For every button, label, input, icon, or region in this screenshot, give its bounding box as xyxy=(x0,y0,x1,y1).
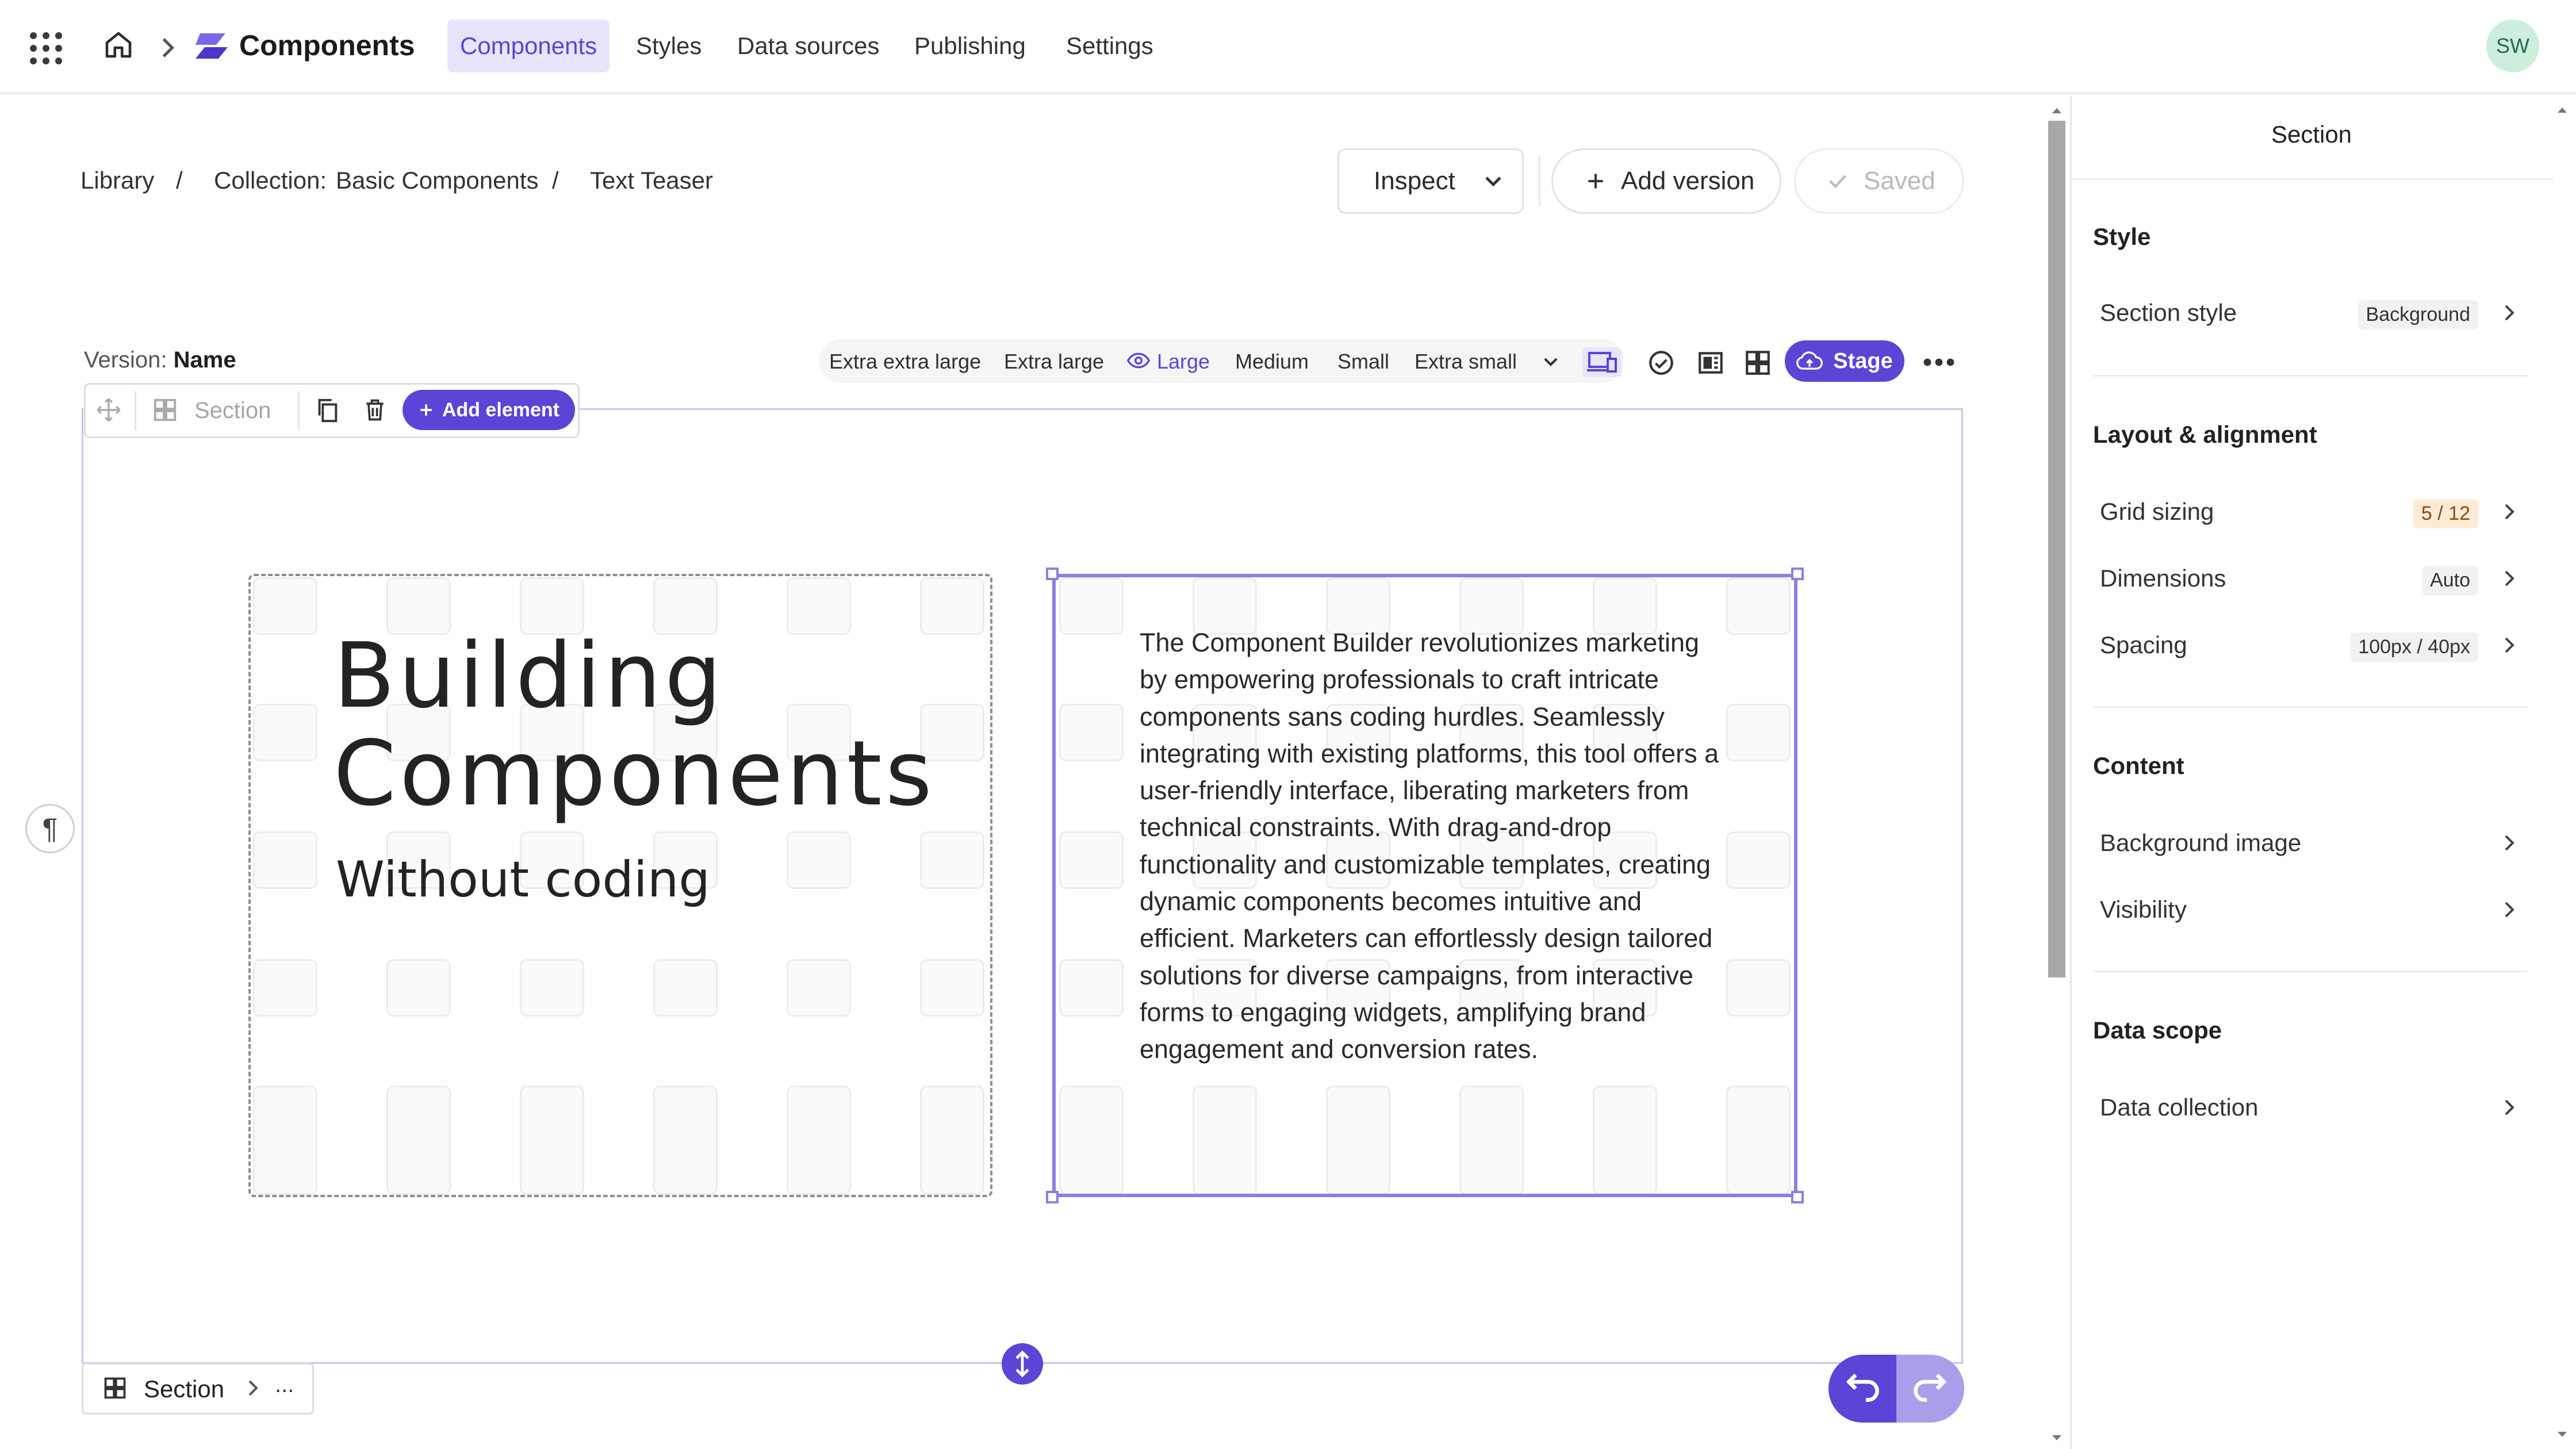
panel-divider xyxy=(2093,971,2528,972)
chevron-down-icon xyxy=(1482,170,1505,193)
saved-label: Saved xyxy=(1864,167,1935,195)
check-circle-icon[interactable] xyxy=(1647,348,1676,377)
undo-button[interactable] xyxy=(1828,1355,1896,1423)
tab-data-sources[interactable]: Data sources xyxy=(724,20,892,72)
more-options-icon[interactable] xyxy=(1923,358,1955,367)
resize-handle[interactable] xyxy=(1791,568,1804,580)
chevron-right-icon xyxy=(2501,1096,2517,1119)
plus-icon xyxy=(1585,171,1606,191)
resize-handle[interactable] xyxy=(1046,568,1059,580)
duplicate-icon[interactable] xyxy=(314,397,340,423)
panel-row-value-badge: Background xyxy=(2358,300,2478,329)
stage-label: Stage xyxy=(1833,348,1893,373)
component-paragraph[interactable]: The Component Builder revolutionizes mar… xyxy=(1140,624,1726,1068)
chevron-right-icon xyxy=(246,1378,260,1398)
panel-row-value-badge: 100px / 40px xyxy=(2350,632,2478,662)
delete-icon[interactable] xyxy=(362,397,388,423)
apps-grid-icon[interactable] xyxy=(30,32,62,64)
breakpoint-large[interactable]: Large xyxy=(1157,350,1210,374)
toolbar-divider xyxy=(1539,156,1540,206)
panel-section-title: Content xyxy=(2093,752,2184,779)
move-icon[interactable] xyxy=(95,397,122,423)
panel-divider xyxy=(2093,375,2528,377)
chevron-right-icon xyxy=(156,33,179,62)
chevron-right-icon xyxy=(2501,898,2517,921)
panel-row-label: Section style xyxy=(2100,299,2237,326)
tab-components[interactable]: Components xyxy=(447,20,610,72)
panel-row-value-badge: 5 / 12 xyxy=(2413,499,2478,528)
tab-publishing[interactable]: Publishing xyxy=(902,20,1038,72)
check-icon xyxy=(1827,170,1849,192)
element-breadcrumb-section[interactable]: Section xyxy=(144,1375,224,1403)
redo-button[interactable] xyxy=(1896,1355,1964,1423)
breadcrumb-separator: / xyxy=(176,167,183,194)
panel-section-title: Style xyxy=(2093,223,2151,250)
breakpoint-small[interactable]: Small xyxy=(1337,350,1389,374)
component-subheading[interactable]: Without coding xyxy=(336,851,710,908)
add-version-label: Add version xyxy=(1621,167,1755,195)
add-element-button[interactable]: Add element xyxy=(402,390,575,430)
panel-row-value-badge: Auto xyxy=(2422,566,2478,595)
cloud-upload-icon xyxy=(1796,351,1823,371)
components-logo-icon xyxy=(193,31,230,63)
resize-handle[interactable] xyxy=(1791,1191,1804,1203)
breakpoint-medium[interactable]: Medium xyxy=(1235,350,1309,374)
layout-panel-icon[interactable] xyxy=(1696,348,1725,377)
chevron-right-icon xyxy=(2501,831,2517,854)
section-grid-icon xyxy=(102,1375,128,1401)
breadcrumb-current: Text Teaser xyxy=(590,167,713,194)
stage-button[interactable]: Stage xyxy=(1785,340,1904,382)
responsive-devices-icon[interactable] xyxy=(1582,347,1621,377)
app-title: Components xyxy=(239,29,415,62)
chevron-right-icon xyxy=(2501,634,2517,657)
component-heading[interactable]: Building Components xyxy=(334,627,936,822)
toolbar-divider xyxy=(298,391,300,430)
grid-view-icon[interactable] xyxy=(1743,348,1772,377)
add-version-button[interactable]: Add version xyxy=(1551,148,1781,214)
panel-row-label: Grid sizing xyxy=(2100,498,2214,525)
breakpoint-xxl[interactable]: Extra extra large xyxy=(829,350,981,374)
version-label: Version: Name xyxy=(84,347,236,373)
inspect-dropdown[interactable]: Inspect xyxy=(1337,148,1524,214)
user-avatar[interactable]: SW xyxy=(2486,20,2539,72)
chevron-right-icon xyxy=(2501,567,2517,590)
chevron-right-icon xyxy=(2501,500,2517,523)
panel-row-label: Spacing xyxy=(2100,631,2187,658)
section-toolbar-label: Section xyxy=(194,398,271,423)
panel-row-label: Data collection xyxy=(2100,1094,2259,1121)
section-grid-icon xyxy=(152,397,178,423)
breadcrumb-separator: / xyxy=(552,167,559,194)
eye-icon xyxy=(1127,352,1150,369)
breakpoint-xs[interactable]: Extra small xyxy=(1414,350,1517,374)
chevron-down-icon[interactable] xyxy=(1541,352,1561,371)
plus-icon xyxy=(418,402,434,418)
panel-row-label: Visibility xyxy=(2100,896,2187,923)
panel-divider xyxy=(2093,706,2528,708)
panel-row-label: Dimensions xyxy=(2100,565,2226,592)
panel-title: Section xyxy=(2271,121,2352,148)
resize-handle[interactable] xyxy=(1046,1191,1059,1203)
panel-row-label: Background image xyxy=(2100,829,2302,856)
toolbar-divider xyxy=(135,391,136,430)
vertical-resize-icon[interactable] xyxy=(1002,1343,1043,1385)
home-icon[interactable] xyxy=(101,28,136,62)
add-element-label: Add element xyxy=(442,398,560,421)
panel-section-title: Data scope xyxy=(2093,1017,2222,1044)
paragraph-toggle-icon[interactable]: ¶ xyxy=(25,804,75,853)
element-breadcrumb-more[interactable]: ... xyxy=(275,1372,294,1398)
version-name[interactable]: Name xyxy=(174,347,236,373)
inspect-label: Inspect xyxy=(1374,167,1455,195)
panel-scrollbar[interactable] xyxy=(2551,97,2574,1449)
panel-divider xyxy=(2072,178,2553,180)
breadcrumb-collection[interactable]: Basic Components xyxy=(336,167,539,194)
breadcrumb-collection-label: Collection: xyxy=(214,167,327,194)
tab-styles[interactable]: Styles xyxy=(623,20,714,72)
breadcrumb-library[interactable]: Library xyxy=(80,167,154,194)
saved-button[interactable]: Saved xyxy=(1794,148,1964,214)
canvas-scrollbar-thumb[interactable] xyxy=(2048,121,2065,977)
tab-settings[interactable]: Settings xyxy=(1053,20,1166,72)
breakpoint-xl[interactable]: Extra large xyxy=(1004,350,1104,374)
panel-section-title: Layout & alignment xyxy=(2093,421,2317,448)
chevron-right-icon xyxy=(2501,301,2517,324)
